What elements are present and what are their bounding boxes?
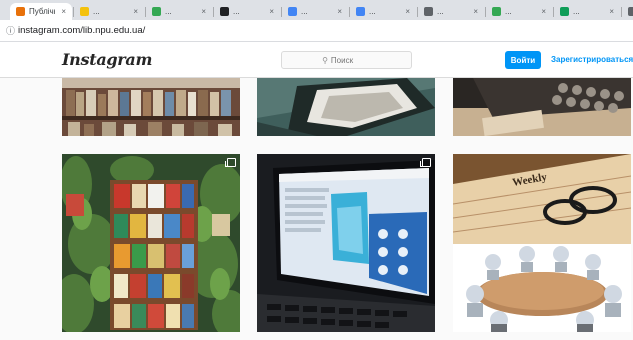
tab-close-icon[interactable]: × [541,7,546,16]
bookshelf-image [62,78,240,136]
tab-label: ... [437,7,444,16]
carousel-icon [225,158,236,167]
browser-tab[interactable]: ... × [350,3,416,20]
instagram-header: Instagram ⚲ Войти Зарегистрироваться [0,42,633,78]
browser-tab[interactable]: ... × [146,3,212,20]
tab-label: ... [369,7,376,16]
tab-label: ... [233,7,240,16]
tab-label: ... [301,7,308,16]
post-book-display[interactable] [62,154,240,332]
tab-close-icon[interactable]: × [473,7,478,16]
post-planner-meeting[interactable]: Weekly [453,154,631,332]
tab-label: ... [93,7,100,16]
planner-meeting-image: Weekly [453,154,631,332]
browser-tab-strip: Публічн... ×... ×... ×... ×... ×... ×... ×... ×.… [0,0,633,20]
browser-tab[interactable]: ... × [214,3,280,20]
browser-tab[interactable]: ... × [282,3,348,20]
tab-favicon-icon [424,7,433,16]
post-bookshelf[interactable] [62,78,240,136]
search-input[interactable] [330,55,371,65]
tab-close-icon[interactable]: × [337,7,342,16]
post-desk-frame[interactable] [257,78,435,136]
tab-label: ... [505,7,512,16]
tab-favicon-icon [492,7,501,16]
url-text[interactable]: instagram.com/lib.npu.edu.ua/ [18,25,145,36]
tab-close-icon[interactable]: × [201,7,206,16]
search-box[interactable]: ⚲ [281,51,412,69]
browser-tab[interactable]: ... × [486,3,552,20]
signup-link[interactable]: Зарегистрироваться [551,55,633,64]
instagram-logo[interactable]: Instagram [62,50,152,69]
tab-favicon-icon [356,7,365,16]
tab-close-icon[interactable]: × [133,7,138,16]
search-icon: ⚲ [322,55,328,65]
post-laptop[interactable] [257,154,435,332]
book-display-image [62,154,240,332]
tab-favicon-icon [288,7,297,16]
tab-close-icon[interactable]: × [609,7,614,16]
tab-label: ... [573,7,580,16]
laptop-image [257,154,435,332]
browser-tab[interactable]: Публічн... × [10,3,72,20]
browser-tab[interactable]: ... × [554,3,620,20]
desk-frame-image [257,78,435,136]
login-button[interactable]: Войти [505,51,541,69]
tab-label: Публічн... [29,7,55,16]
browser-tab[interactable]: ...× [622,3,633,20]
browser-tab[interactable]: ... × [74,3,144,20]
tab-label: ... [165,7,172,16]
address-bar[interactable]: ⓘ instagram.com/lib.npu.edu.ua/ [0,20,633,42]
tab-favicon-icon [80,7,89,16]
tab-close-icon[interactable]: × [405,7,410,16]
tab-favicon-icon [220,7,229,16]
typewriter-image [453,78,631,136]
tab-favicon-icon [152,7,161,16]
post-typewriter[interactable] [453,78,631,136]
tab-close-icon[interactable]: × [61,7,66,16]
tab-favicon-icon [16,7,25,16]
carousel-icon [420,158,431,167]
site-info-icon[interactable]: ⓘ [6,26,15,36]
tab-close-icon[interactable]: × [269,7,274,16]
browser-tab[interactable]: ... × [418,3,484,20]
tab-favicon-icon [560,7,569,16]
tab-favicon-icon [628,7,633,16]
